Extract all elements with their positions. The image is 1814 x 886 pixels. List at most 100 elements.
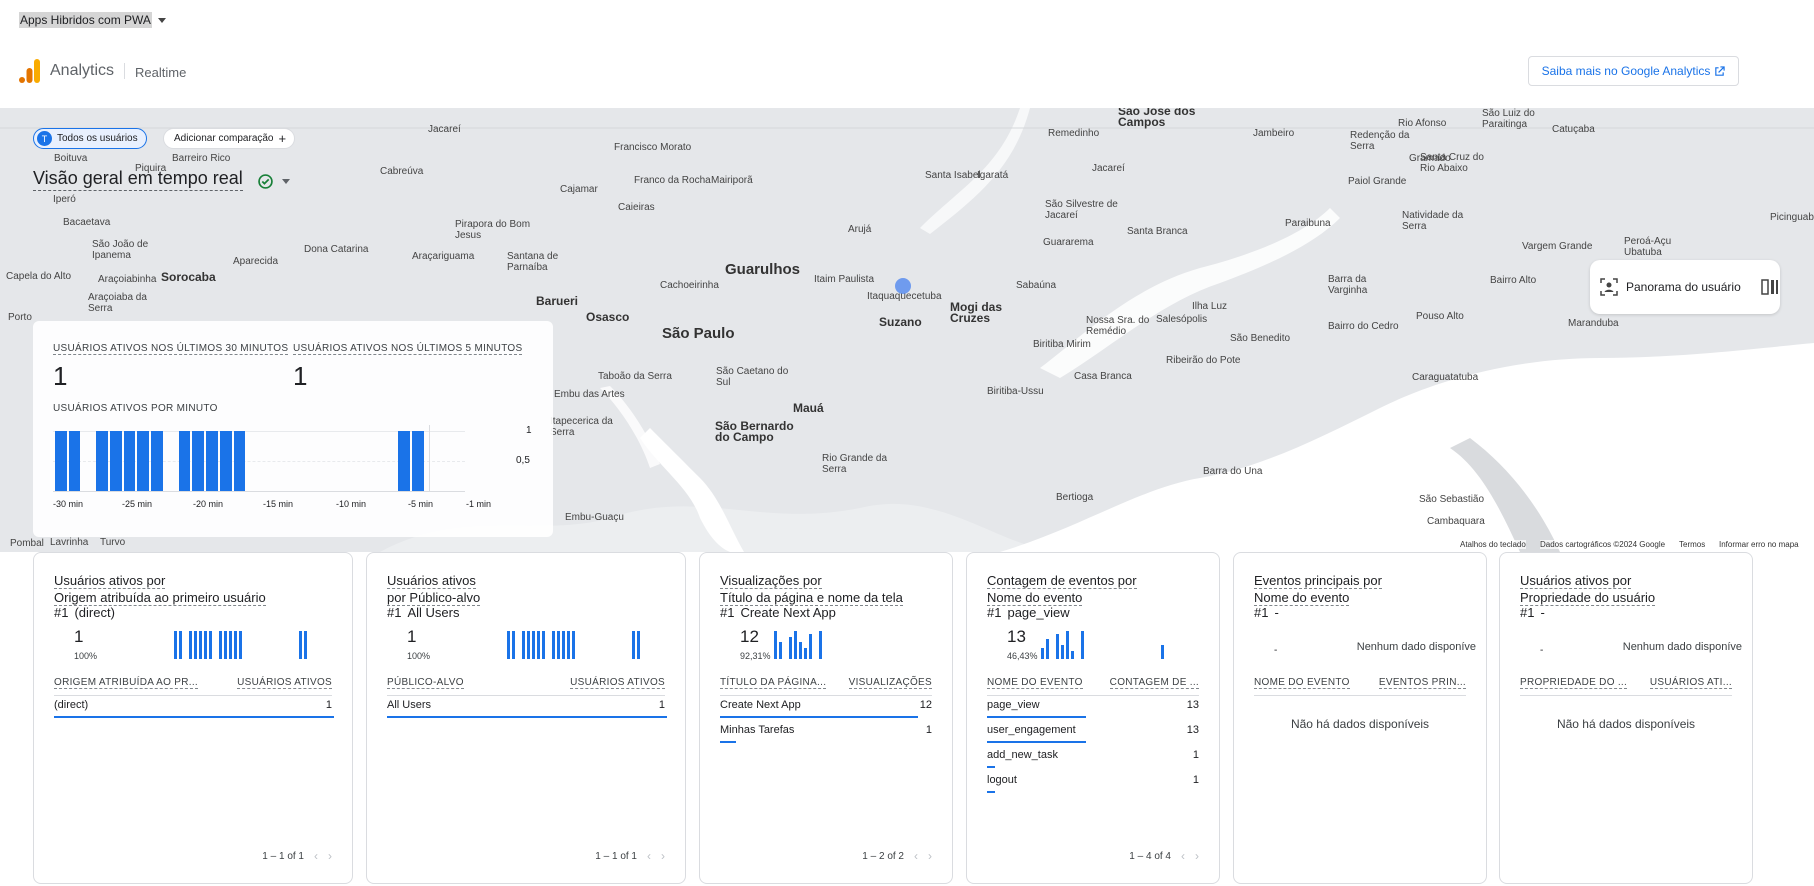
card-title-dimension[interactable]: Origem atribuída ao primeiro usuário <box>54 590 266 606</box>
chevron-right-icon[interactable]: › <box>928 849 932 863</box>
card-title-dimension[interactable]: Título da página e nome da tela <box>720 590 903 606</box>
table-header: ORIGEM ATRIBUÍDA AO PR... USUÁRIOS ATIVOS <box>54 677 332 696</box>
property-selector[interactable]: Apps Hibridos com PWA <box>19 10 166 30</box>
table-row[interactable]: user_engagement 13 <box>987 724 1199 736</box>
top-item-name: Create Next App <box>740 605 836 620</box>
report-card: Usuários ativos por Propriedade do usuári… <box>1499 552 1753 884</box>
chevron-right-icon[interactable]: › <box>328 849 332 863</box>
keyboard-shortcuts-link[interactable]: Atalhos do teclado <box>1460 540 1526 549</box>
column-header[interactable]: VISUALIZAÇÕES <box>848 677 932 689</box>
page-title[interactable]: Visão geral em tempo real <box>33 168 243 191</box>
per-minute-bar[interactable] <box>178 431 191 491</box>
table-row[interactable]: add_new_task 1 <box>987 749 1199 761</box>
chevron-left-icon[interactable]: ‹ <box>314 849 318 863</box>
card-title-dimension[interactable]: por Público-alvo <box>387 590 481 606</box>
column-header[interactable]: ORIGEM ATRIBUÍDA AO PR... <box>54 677 199 689</box>
map-place-label: Nossa Sra. do Remédio <box>1086 315 1150 337</box>
per-minute-bar[interactable] <box>123 431 136 491</box>
map-place-label: Turvo <box>100 537 126 548</box>
sparkline-bar <box>179 631 182 659</box>
pagination-label: 1 – 2 of 2 <box>862 850 904 862</box>
chevron-right-icon[interactable]: › <box>661 849 665 863</box>
table-row[interactable]: logout 1 <box>987 774 1199 786</box>
card-title-metric[interactable]: Usuários ativos por <box>1520 573 1632 589</box>
per-minute-bar[interactable] <box>219 431 232 491</box>
card-title-dimension[interactable]: Nome do evento <box>987 590 1083 606</box>
per-minute-bar[interactable] <box>192 431 205 491</box>
top-item-name: (direct) <box>74 605 115 620</box>
map-place-label: Ilha Luz <box>1192 301 1228 312</box>
map-place-label: São Sebastião <box>1419 494 1485 505</box>
table-row[interactable]: page_view 13 <box>987 699 1199 711</box>
card-title-metric[interactable]: Usuários ativos por <box>54 573 166 589</box>
column-header[interactable]: NOME DO EVENTO <box>1254 677 1350 689</box>
row-name: user_engagement <box>987 724 1076 736</box>
card-title-dimension[interactable]: Nome do evento <box>1254 590 1350 606</box>
column-header[interactable]: PROPRIEDADE DO ... <box>1520 677 1628 689</box>
map-place-label: São Luiz do Paraitinga <box>1482 108 1535 130</box>
per-minute-bar[interactable] <box>412 431 424 491</box>
add-comparison-button[interactable]: Adicionar comparação + <box>163 128 296 149</box>
all-users-chip[interactable]: T Todos os usuários <box>33 128 147 149</box>
per-minute-bar[interactable] <box>151 431 163 491</box>
per-minute-bar[interactable] <box>137 431 150 491</box>
column-header[interactable]: CONTAGEM DE ... <box>1109 677 1199 689</box>
row-name: logout <box>987 774 1017 786</box>
sparkline-bar <box>819 631 822 659</box>
per-minute-bar[interactable] <box>55 431 67 491</box>
chevron-right-icon[interactable]: › <box>1195 849 1199 863</box>
per-minute-bar[interactable] <box>96 431 108 491</box>
row-share-bar <box>987 741 1087 743</box>
x-tick-label: -10 min <box>336 499 367 509</box>
card-title-dimension[interactable]: Propriedade do usuário <box>1520 590 1656 606</box>
user-avatar: T <box>37 131 52 146</box>
map-place-label: Jambeiro <box>1253 128 1295 139</box>
chevron-left-icon[interactable]: ‹ <box>1181 849 1185 863</box>
column-header[interactable]: EVENTOS PRIN... <box>1378 677 1466 689</box>
column-header[interactable]: USUÁRIOS ATIVOS <box>237 677 332 689</box>
terms-link[interactable]: Termos <box>1679 540 1706 549</box>
top-percent: 100% <box>74 651 98 661</box>
column-header[interactable]: USUÁRIOS ATI... <box>1649 677 1732 689</box>
external-link-icon <box>1715 65 1726 76</box>
map-place-label: Cabreúva <box>380 166 424 177</box>
map-place-label: Dona Catarina <box>304 244 369 255</box>
card-title: Eventos principais por Nome do evento <box>1254 572 1382 606</box>
report-map-error-link[interactable]: Informar erro no mapa <box>1719 540 1799 549</box>
table-row[interactable]: (direct) 1 <box>54 699 332 711</box>
card-title-metric[interactable]: Eventos principais por <box>1254 573 1382 589</box>
sparkline-bar <box>799 642 802 659</box>
table-row[interactable]: All Users 1 <box>387 699 665 711</box>
card-title-metric[interactable]: Usuários ativos <box>387 573 476 589</box>
column-header[interactable]: TÍTULO DA PÁGINA... <box>720 677 827 689</box>
per-minute-bar[interactable] <box>109 431 122 491</box>
per-minute-bar[interactable] <box>398 431 411 491</box>
card-title: Contagem de eventos por Nome do evento <box>987 572 1137 606</box>
map-place-label: Embu-Guaçu <box>565 512 624 523</box>
map-place-label: Araçoiaba da Serra <box>88 292 147 314</box>
table-row[interactable]: Minhas Tarefas 1 <box>720 724 932 736</box>
per-minute-bar[interactable] <box>68 431 81 491</box>
column-header[interactable]: PÚBLICO-ALVO <box>387 677 464 689</box>
card-title-metric[interactable]: Visualizações por <box>720 573 822 589</box>
map-data-attribution: Dados cartográficos ©2024 Google <box>1540 540 1666 549</box>
per-minute-bar[interactable] <box>206 431 218 491</box>
per-minute-bar[interactable] <box>233 431 246 491</box>
user-panorama-label: Panorama do usuário <box>1626 280 1741 294</box>
row-share-bar <box>720 716 918 718</box>
card-title-metric[interactable]: Contagem de eventos por <box>987 573 1137 589</box>
learn-more-label: Saiba mais no Google Analytics <box>1541 64 1711 78</box>
table-row[interactable]: Create Next App 12 <box>720 699 932 711</box>
user-panorama-button[interactable]: Panorama do usuário <box>1590 260 1780 314</box>
plus-icon: + <box>278 131 287 146</box>
column-header[interactable]: USUÁRIOS ATIVOS <box>570 677 665 689</box>
column-header[interactable]: NOME DO EVENTO <box>987 677 1083 689</box>
chevron-down-icon <box>157 17 166 23</box>
learn-more-button[interactable]: Saiba mais no Google Analytics <box>1528 56 1739 86</box>
top-rank: #1 <box>1520 605 1535 620</box>
report-card: Usuários ativos por Origem atribuída ao p… <box>33 552 353 884</box>
chevron-left-icon[interactable]: ‹ <box>914 849 918 863</box>
chevron-down-icon[interactable] <box>282 179 290 184</box>
sparkline-bar <box>562 631 565 659</box>
chevron-left-icon[interactable]: ‹ <box>647 849 651 863</box>
